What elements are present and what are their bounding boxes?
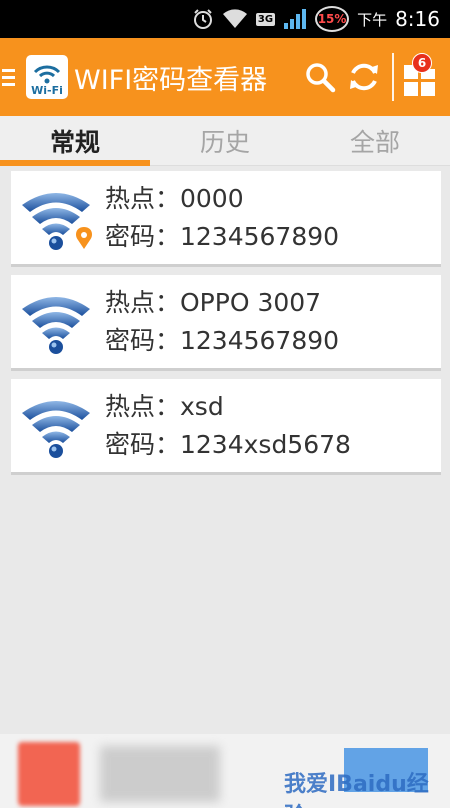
network-info: 热点：xsd 密码：1234xsd5678 [105, 390, 351, 462]
wifi-status-icon [222, 8, 248, 30]
menu-icon[interactable] [0, 68, 22, 86]
network-info: 热点：OPPO 3007 密码：1234567890 [105, 286, 339, 358]
list-item[interactable]: 热点：xsd 密码：1234xsd5678 [11, 379, 441, 475]
app-logo: Wi-Fi [26, 55, 68, 99]
refresh-icon [350, 63, 378, 91]
network-type: 3G [255, 12, 276, 26]
password-value: 密码：1234xsd5678 [105, 429, 351, 459]
app-bar: Wi-Fi WIFI密码查看器 6 [0, 38, 450, 116]
ad-image [18, 742, 80, 806]
time-period: 下午 [357, 10, 388, 29]
tab-history[interactable]: 历史 [150, 116, 300, 165]
location-pin-icon [76, 226, 92, 249]
network-info: 热点：0000 密码：1234567890 [105, 182, 339, 254]
wifi-icon [22, 192, 92, 250]
password-value: 密码：1234567890 [105, 221, 340, 251]
hotspot-name: 热点：0000 [105, 183, 244, 213]
battery-percent: 15% [317, 12, 347, 26]
status-bar: 3G 15% 下午 8:16 [0, 0, 450, 38]
app-title: WIFI密码查看器 [74, 64, 268, 96]
toolbar-actions: 6 [298, 38, 450, 116]
signal-icon [283, 8, 307, 30]
search-icon [306, 63, 336, 93]
ad-text-blurred [100, 746, 220, 802]
wifi-icon [22, 400, 90, 458]
toolbar-divider [392, 53, 394, 101]
network-list: 热点：0000 密码：1234567890 热点：OPPO 3007 密码：12… [11, 171, 441, 483]
hotspot-name: 热点：xsd [105, 391, 224, 421]
wifi-icon-container [11, 274, 105, 370]
wifi-logo-icon [33, 65, 61, 84]
tab-all[interactable]: 全部 [300, 116, 450, 165]
list-item[interactable]: 热点：OPPO 3007 密码：1234567890 [11, 275, 441, 371]
notification-badge: 6 [412, 53, 432, 73]
ad-banner[interactable]: 我爱IBaidu经验 [0, 734, 450, 808]
wifi-icon-container [11, 170, 105, 266]
clock-time: 8:16 [395, 7, 440, 31]
refresh-button[interactable] [342, 55, 386, 99]
logo-text: Wi-Fi [31, 84, 63, 97]
watermark-text: 我爱IBaidu经验 [284, 772, 429, 808]
apps-button[interactable]: 6 [400, 53, 440, 99]
search-button[interactable] [298, 55, 342, 99]
battery-indicator: 15% [315, 6, 350, 32]
wifi-icon-container [11, 378, 105, 474]
tab-general[interactable]: 常规 [0, 116, 150, 166]
tab-bar: 常规 历史 全部 [0, 116, 450, 166]
wifi-icon [22, 296, 90, 354]
hotspot-name: 热点：OPPO 3007 [105, 287, 322, 317]
list-item[interactable]: 热点：0000 密码：1234567890 [11, 171, 441, 267]
alarm-icon [192, 8, 214, 30]
password-value: 密码：1234567890 [105, 325, 340, 355]
